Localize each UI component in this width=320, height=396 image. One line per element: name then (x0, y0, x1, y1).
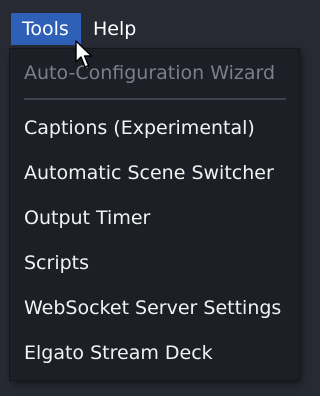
menu-bar: Tools Help (0, 0, 316, 49)
tools-dropdown-menu: Auto-Configuration Wizard Captions (Expe… (10, 49, 299, 380)
menu-item-websocket-server-settings[interactable]: WebSocket Server Settings (10, 289, 299, 327)
menu-item-auto-configuration-wizard: Auto-Configuration Wizard (24, 62, 276, 84)
menu-item-scripts[interactable]: Scripts (10, 244, 299, 282)
menu-separator (24, 98, 286, 100)
menu-item-elgato-stream-deck[interactable]: Elgato Stream Deck (10, 334, 299, 372)
menu-item-output-timer[interactable]: Output Timer (10, 199, 299, 237)
arrow-pointer-icon (75, 40, 93, 68)
menu-tools[interactable]: Tools (11, 13, 81, 45)
menu-item-automatic-scene-switcher[interactable]: Automatic Scene Switcher (10, 154, 299, 192)
menu-item-captions[interactable]: Captions (Experimental) (10, 109, 299, 147)
